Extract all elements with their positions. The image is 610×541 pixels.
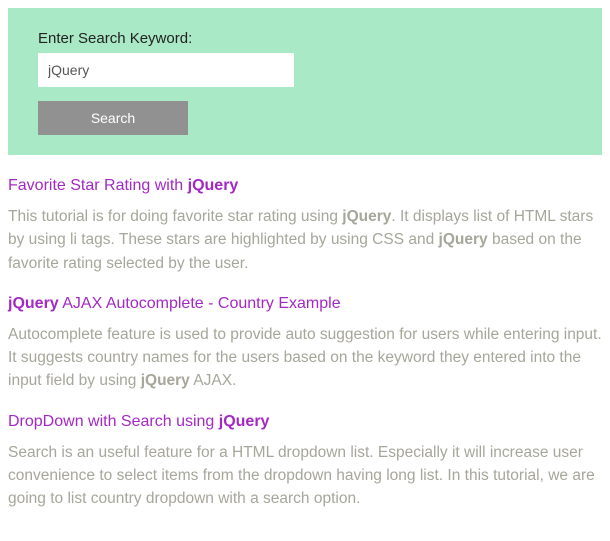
result-link[interactable]: jQuery AJAX Autocomplete - Country Examp… [8, 295, 341, 312]
title-text: Favorite Star Rating with [8, 177, 188, 194]
title-text: AJAX Autocomplete - Country Example [59, 295, 341, 312]
search-input[interactable] [38, 53, 294, 87]
result-description: This tutorial is for doing favorite star… [8, 205, 602, 275]
result-description: Autocomplete feature is used to provide … [8, 323, 602, 393]
search-result: jQuery AJAX Autocomplete - Country Examp… [8, 295, 602, 393]
result-link[interactable]: Favorite Star Rating with jQuery [8, 177, 238, 194]
search-result: DropDown with Search using jQuery Search… [8, 413, 602, 511]
highlight: jQuery [188, 177, 239, 194]
result-description: Search is an useful feature for a HTML d… [8, 441, 602, 511]
search-label: Enter Search Keyword: [38, 30, 572, 47]
result-title: Favorite Star Rating with jQuery [8, 177, 602, 195]
highlight: jQuery [8, 295, 59, 312]
result-title: DropDown with Search using jQuery [8, 413, 602, 431]
search-form: Enter Search Keyword: Search [8, 8, 602, 155]
result-title: jQuery AJAX Autocomplete - Country Examp… [8, 295, 602, 313]
title-text: DropDown with Search using [8, 413, 219, 430]
highlight: jQuery [219, 413, 270, 430]
search-result: Favorite Star Rating with jQuery This tu… [8, 177, 602, 275]
result-link[interactable]: DropDown with Search using jQuery [8, 413, 269, 430]
search-button[interactable]: Search [38, 101, 188, 135]
